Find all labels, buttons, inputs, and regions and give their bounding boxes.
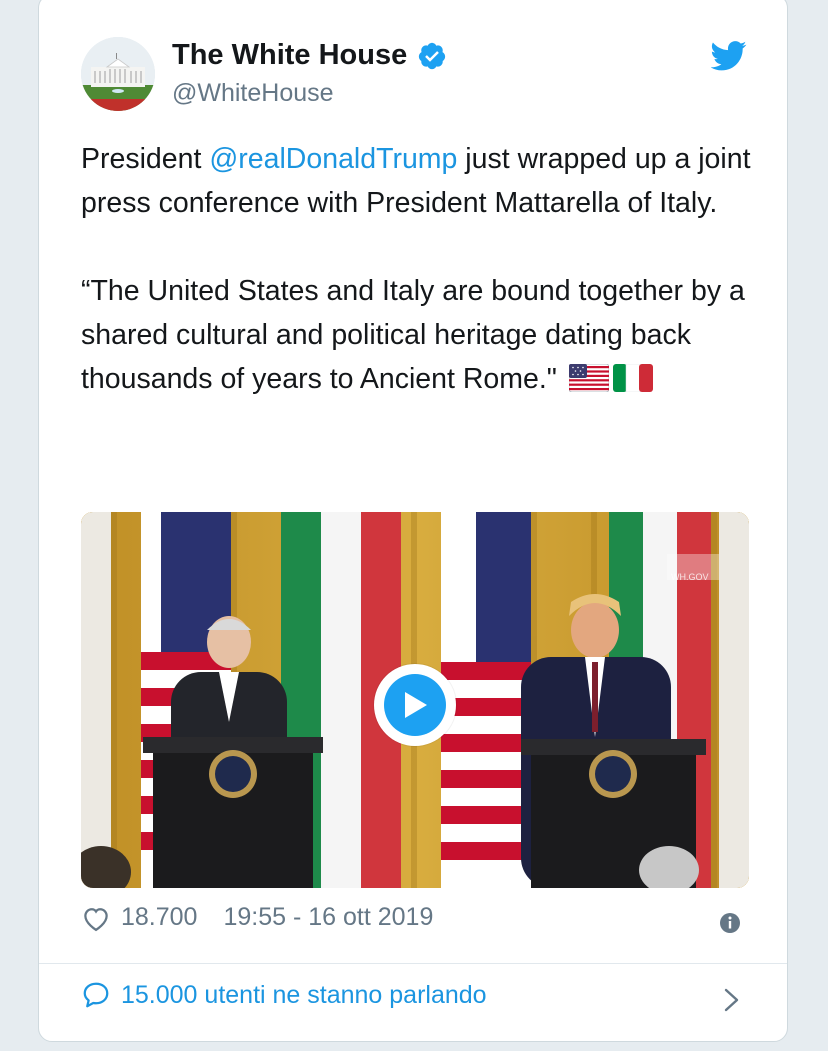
author-handle[interactable]: @WhiteHouse [172, 79, 334, 108]
tweet-timestamp[interactable]: 19:55 - 16 ott 2019 [223, 903, 433, 932]
mention-link[interactable]: @realDonaldTrump [209, 143, 457, 175]
twitter-bird-icon[interactable] [711, 41, 747, 71]
us-flag-icon [568, 364, 609, 392]
divider [39, 963, 787, 964]
verified-badge-icon [419, 42, 446, 69]
tweet-text-segment: President [81, 143, 210, 175]
info-icon[interactable] [719, 912, 741, 934]
tweet-meta: 18.700 19:55 - 16 ott 2019 [81, 903, 433, 932]
play-icon [384, 674, 446, 736]
avatar[interactable] [81, 37, 155, 111]
tweet-paragraph-1: President @realDonaldTrump just wrapped … [81, 137, 761, 225]
white-house-avatar-image [81, 37, 155, 111]
video-watermark: WH.GOV [671, 572, 709, 582]
conversation-label[interactable]: 15.000 utenti ne stanno parlando [121, 981, 487, 1010]
heart-icon[interactable] [81, 904, 111, 932]
video-player[interactable]: WH.GOV [81, 512, 749, 888]
play-button[interactable] [374, 664, 456, 746]
tweet-card[interactable]: The White House @WhiteHouse President @r… [38, 0, 788, 1042]
author-name-row[interactable]: The White House [172, 39, 447, 72]
chevron-right-icon[interactable] [723, 987, 741, 1013]
conversation-link[interactable]: 15.000 utenti ne stanno parlando [81, 980, 487, 1010]
like-count[interactable]: 18.700 [121, 903, 197, 932]
author-name[interactable]: The White House [172, 39, 407, 72]
reply-bubble-icon [83, 982, 109, 1008]
italy-flag-icon [612, 364, 653, 392]
tweet-paragraph-2: “The United States and Italy are bound t… [81, 269, 761, 401]
tweet-text: President @realDonaldTrump just wrapped … [81, 137, 761, 401]
